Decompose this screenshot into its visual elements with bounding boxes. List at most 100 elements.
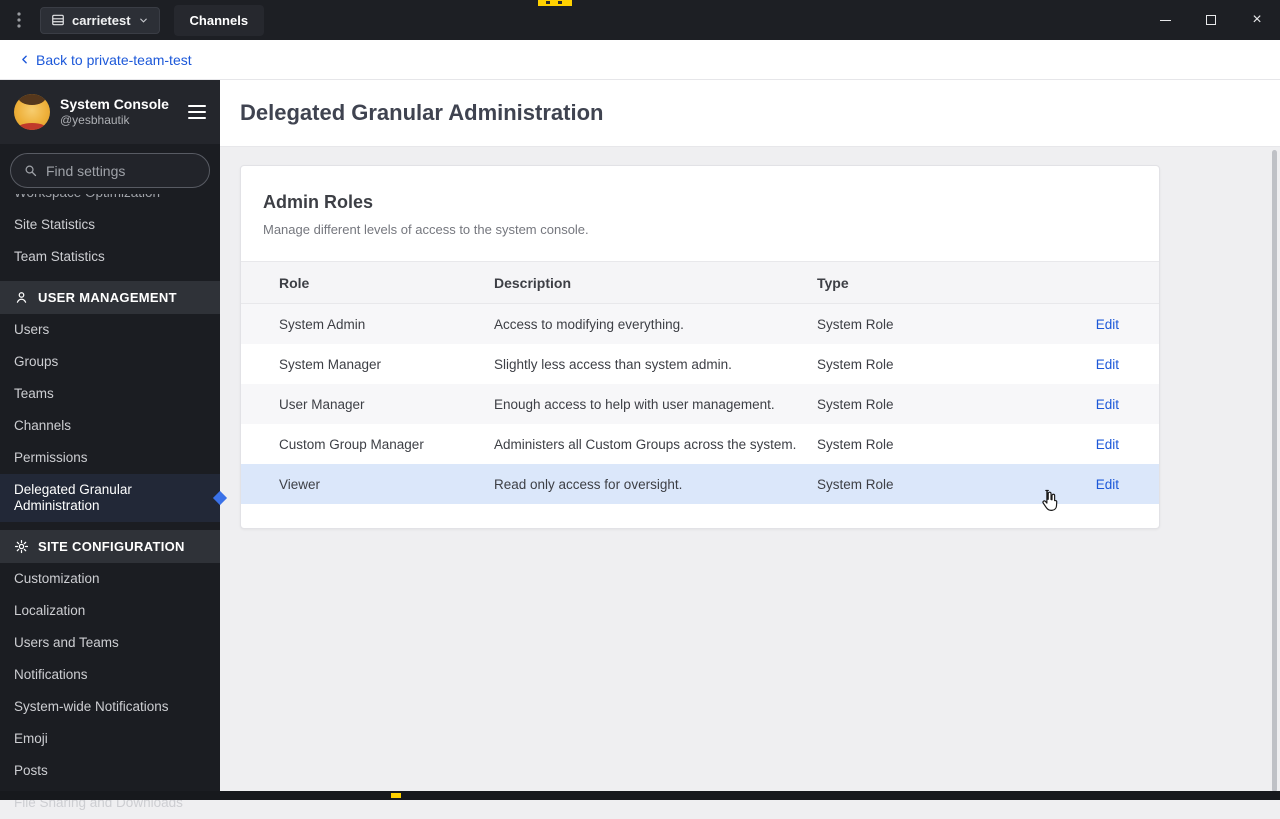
sidebar-section-site-configuration: SITE CONFIGURATION	[0, 530, 220, 563]
sidebar-item-label: Localization	[14, 603, 86, 618]
section-label: SITE CONFIGURATION	[38, 539, 185, 554]
table-row-custom-group-manager: Custom Group Manager Administers all Cust…	[241, 424, 1159, 464]
sidebar-item-groups[interactable]: Groups	[0, 346, 220, 378]
close-icon: ×	[1252, 11, 1262, 28]
minimize-button[interactable]	[1142, 0, 1188, 40]
close-button[interactable]: ×	[1234, 0, 1280, 40]
app-menu-icon[interactable]	[0, 12, 38, 28]
sidebar-item-emoji[interactable]: Emoji	[0, 723, 220, 755]
cell-role: System Admin	[279, 316, 366, 332]
table-row-system-admin: System Admin Access to modifying everythi…	[241, 304, 1159, 344]
edit-link[interactable]: Edit	[1096, 437, 1119, 452]
minimize-icon	[1159, 19, 1171, 21]
table-row-system-manager: System Manager Slightly less access than …	[241, 344, 1159, 384]
sidebar-item-localization[interactable]: Localization	[0, 595, 220, 627]
sidebar-item-label: Teams	[14, 386, 54, 401]
sidebar-nav: Workspace Optimization Site Statistics Tea…	[0, 194, 220, 819]
sidebar-item-label: Permissions	[14, 450, 88, 465]
card-title: Admin Roles	[263, 192, 374, 212]
admin-roles-card: Admin Roles Manage different levels of a…	[240, 165, 1160, 529]
cell-type: System Role	[817, 396, 894, 412]
cell-actions: Edit	[1069, 357, 1159, 372]
cell-description: Slightly less access than system admin.	[494, 356, 732, 372]
sidebar-item-posts[interactable]: Posts	[0, 755, 220, 787]
search-input[interactable]	[46, 162, 197, 179]
hamburger-menu-icon[interactable]	[188, 105, 206, 119]
server-icon	[51, 13, 65, 27]
sidebar-item-customization[interactable]: Customization	[0, 563, 220, 595]
table-row-viewer: Viewer Read only access for oversight. Sys…	[241, 464, 1159, 504]
section-label: USER MANAGEMENT	[38, 290, 177, 305]
sidebar-item-workspace-optimization[interactable]: Workspace Optimization	[0, 194, 220, 209]
content-area: Admin Roles Manage different levels of a…	[220, 147, 1280, 800]
sidebar-item-label: Posts	[14, 763, 48, 778]
cell-actions: Edit	[1069, 317, 1159, 332]
maximize-icon	[1206, 15, 1216, 25]
vertical-scrollbar[interactable]	[1272, 150, 1277, 792]
sidebar-item-label: Channels	[14, 418, 72, 433]
cell-actions: Edit	[1069, 437, 1159, 452]
edit-link[interactable]: Edit	[1096, 317, 1119, 332]
column-header-type: Type	[817, 274, 849, 291]
cell-description: Enough access to help with user manageme…	[494, 396, 775, 412]
console-username: @yesbhautik	[60, 113, 130, 127]
cell-role: System Manager	[279, 356, 382, 372]
taskbar-peek	[0, 791, 1280, 800]
tab-channels[interactable]: Channels	[173, 4, 265, 36]
sidebar-item-label: Emoji	[14, 731, 48, 746]
back-chevron-icon	[18, 53, 31, 66]
edit-link[interactable]: Edit	[1096, 397, 1119, 412]
settings-search[interactable]	[10, 153, 210, 188]
admin-console-sidebar: System Console @yesbhautik Workspace Opt…	[0, 80, 220, 810]
sidebar-item-permissions[interactable]: Permissions	[0, 442, 220, 474]
cell-type: System Role	[817, 316, 894, 332]
edit-link[interactable]: Edit	[1096, 357, 1119, 372]
sidebar-item-label: System-wide Notifications	[14, 699, 169, 714]
cell-type: System Role	[817, 356, 894, 372]
server-name: carrietest	[72, 12, 131, 28]
sidebar-item-delegated-granular-administration[interactable]: Delegated Granular Administration	[0, 474, 220, 522]
page-header: Delegated Granular Administration	[220, 80, 1280, 147]
server-selector-button[interactable]: carrietest	[40, 6, 160, 34]
avatar	[14, 94, 50, 130]
edit-link[interactable]: Edit	[1096, 477, 1119, 492]
sidebar-item-users[interactable]: Users	[0, 314, 220, 346]
sidebar-item-label: Users and Teams	[14, 635, 119, 650]
column-header-description: Description	[494, 274, 572, 291]
cell-description: Administers all Custom Groups across the…	[494, 436, 797, 452]
console-title: System Console	[60, 96, 169, 112]
back-navigation-bar: Back to private-team-test	[0, 40, 1280, 80]
sidebar-item-label: Delegated Granular Administration	[14, 482, 132, 513]
cell-description: Read only access for oversight.	[494, 476, 683, 492]
sidebar-item-users-and-teams[interactable]: Users and Teams	[0, 627, 220, 659]
sidebar-item-notifications[interactable]: Notifications	[0, 659, 220, 691]
maximize-button[interactable]	[1188, 0, 1234, 40]
window-controls: ×	[1142, 0, 1280, 40]
cell-role: Viewer	[279, 476, 321, 492]
table-row-user-manager: User Manager Enough access to help with u…	[241, 384, 1159, 424]
cell-actions: Edit	[1069, 397, 1159, 412]
back-link[interactable]: Back to private-team-test	[18, 52, 192, 68]
table-header-row: Role Description Type	[241, 261, 1159, 304]
table-body: System Admin Access to modifying everythi…	[241, 304, 1159, 504]
console-identity: System Console @yesbhautik	[60, 96, 169, 128]
search-icon	[23, 163, 38, 178]
sidebar-item-label: Groups	[14, 354, 59, 369]
cell-actions: Edit	[1069, 477, 1159, 492]
sidebar-header: System Console @yesbhautik	[0, 80, 220, 144]
sidebar-item-site-statistics[interactable]: Site Statistics	[0, 209, 220, 241]
sidebar-item-system-wide-notifications[interactable]: System-wide Notifications	[0, 691, 220, 723]
sidebar-item-label: Customization	[14, 571, 100, 586]
card-subtitle: Manage different levels of access to the…	[263, 222, 589, 237]
sidebar-item-teams[interactable]: Teams	[0, 378, 220, 410]
sidebar-item-label: Workspace Optimization	[14, 194, 206, 201]
cell-type: System Role	[817, 476, 894, 492]
back-link-label: Back to private-team-test	[36, 51, 192, 68]
titlebar: carrietest Channels ×	[0, 0, 1280, 40]
sidebar-item-team-statistics[interactable]: Team Statistics	[0, 241, 220, 273]
gear-icon	[14, 539, 29, 554]
main-area: Delegated Granular Administration Admin …	[220, 80, 1280, 800]
cell-role: User Manager	[279, 396, 365, 412]
sidebar-item-channels[interactable]: Channels	[0, 410, 220, 442]
chevron-down-icon	[138, 15, 149, 26]
